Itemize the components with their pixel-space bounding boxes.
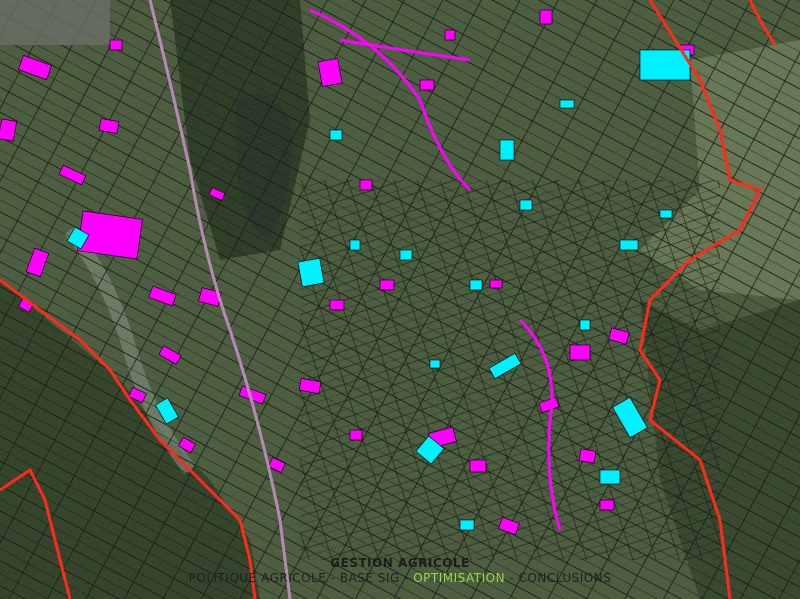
cyan-parcel: [599, 469, 621, 485]
cyan-parcel: [499, 139, 515, 161]
cyan-parcel: [559, 99, 575, 109]
magenta-parcel: [379, 279, 395, 291]
magenta-parcel: [539, 9, 553, 25]
nav-separator: -: [330, 571, 340, 585]
magenta-parcel: [109, 39, 123, 51]
magenta-parcel: [349, 429, 363, 441]
magenta-parcel: [317, 58, 343, 87]
nav-separator: -: [509, 571, 519, 585]
cyan-parcel: [659, 209, 673, 219]
map-canvas: [0, 0, 800, 599]
nav-item-politique-agricole[interactable]: POLITIQUE AGRICOLE: [189, 571, 327, 585]
nav-item-base-sig[interactable]: BASE SIG: [340, 571, 400, 585]
caption-title: GESTION AGRICOLE: [330, 556, 470, 570]
cyan-parcel: [519, 199, 533, 211]
magenta-parcel: [489, 279, 503, 289]
nav-item-optimisation[interactable]: OPTIMISATION: [413, 571, 505, 585]
cyan-parcel: [429, 359, 441, 369]
cyan-parcel: [459, 519, 475, 531]
magenta-parcel: [444, 29, 456, 41]
village-top-left: [0, 0, 110, 45]
cyan-parcel: [297, 257, 325, 288]
magenta-parcel: [329, 299, 345, 311]
magenta-parcel: [359, 179, 373, 191]
magenta-parcel: [578, 448, 597, 464]
aerial-parcel-map: GESTION AGRICOLE POLITIQUE AGRICOLE - BA…: [0, 0, 800, 599]
cyan-parcel: [619, 239, 639, 251]
caption-nav: POLITIQUE AGRICOLE - BASE SIG - OPTIMISA…: [0, 571, 800, 585]
cyan-parcel: [399, 249, 413, 261]
magenta-parcel: [599, 499, 615, 511]
magenta-parcel: [419, 79, 435, 91]
magenta-parcel: [569, 344, 591, 361]
cyan-parcel: [579, 319, 591, 331]
cyan-parcel: [329, 129, 343, 141]
nav-separator: -: [404, 571, 414, 585]
magenta-parcel: [469, 459, 487, 473]
cyan-parcel: [469, 279, 483, 291]
cyan-parcel: [349, 239, 361, 251]
nav-item-conclusions[interactable]: CONCLUSIONS: [519, 571, 612, 585]
